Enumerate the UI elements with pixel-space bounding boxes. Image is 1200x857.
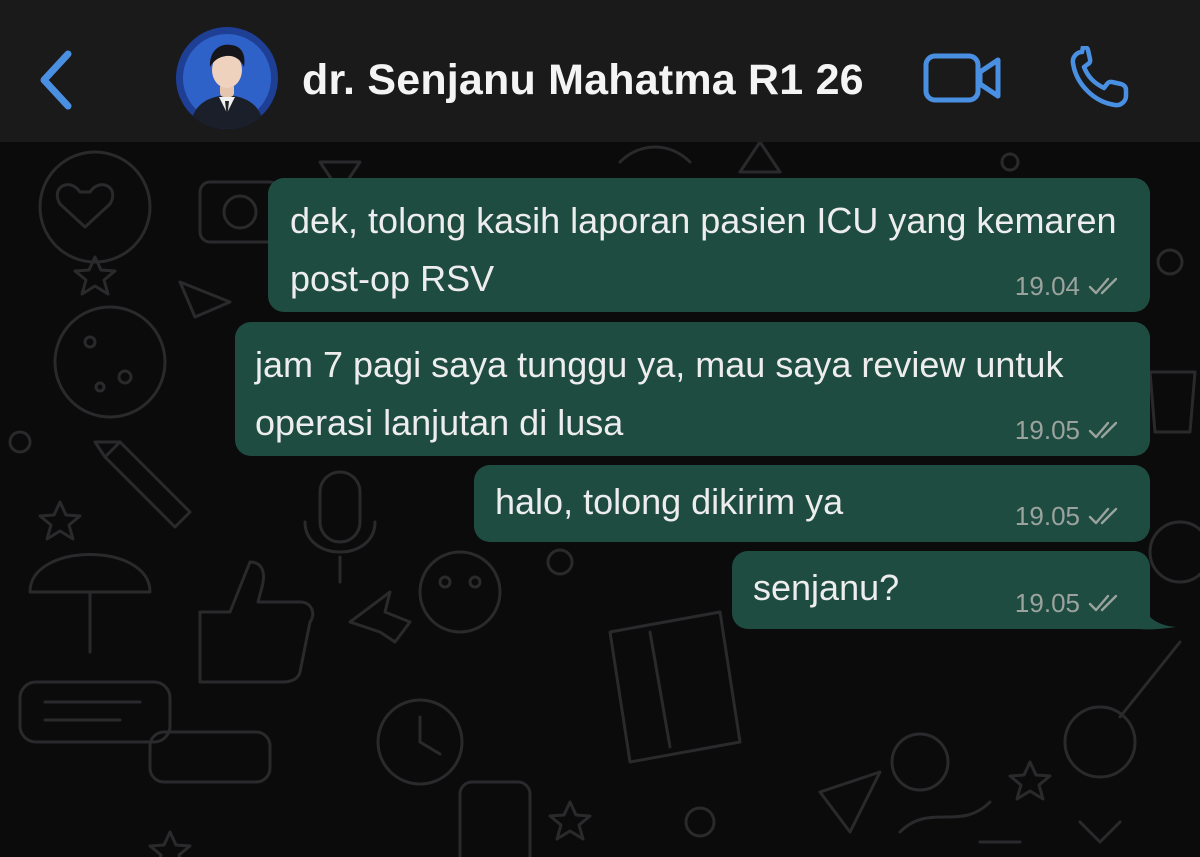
back-button[interactable] [30,42,90,118]
chevron-left-icon [40,50,72,110]
chat-area[interactable]: dek, tolong kasih laporan pasien ICU yan… [0,142,1200,857]
message-bubble[interactable]: jam 7 pagi saya tunggu ya, mau saya revi… [235,322,1150,456]
message-time: 19.04 [1014,271,1080,301]
message-bubble[interactable]: dek, tolong kasih laporan pasien ICU yan… [268,178,1150,312]
contact-name[interactable]: dr. Senjanu Mahatma R1 26 [302,48,864,112]
bubble-tail [1140,597,1176,630]
voice-call-button[interactable] [1066,44,1136,112]
message-meta: 19.05 [1015,500,1124,532]
message-meta: 19.05 [1015,587,1124,619]
message-bubble[interactable]: senjanu? 19.05 [732,551,1150,629]
message-time: 19.05 [1014,501,1080,531]
message-meta: 19.04 [1015,270,1124,302]
message-time: 19.05 [1014,588,1080,618]
message-text: dek, tolong kasih laporan pasien ICU yan… [290,200,1117,299]
double-check-icon [1088,277,1118,295]
double-check-icon [1088,421,1118,439]
message-bubble[interactable]: halo, tolong dikirim ya 19.05 [474,465,1150,542]
phone-icon [1070,44,1129,108]
chat-header: dr. Senjanu Mahatma R1 26 [0,0,1200,142]
avatar[interactable] [176,27,278,129]
message-meta: 19.05 [1015,414,1124,446]
video-call-button[interactable] [922,50,1004,106]
double-check-icon [1088,594,1118,612]
double-check-icon [1088,507,1118,525]
video-camera-icon [923,53,1001,103]
message-time: 19.05 [1014,415,1080,445]
message-text: jam 7 pagi saya tunggu ya, mau saya revi… [255,344,1064,443]
contact-photo [176,27,278,129]
